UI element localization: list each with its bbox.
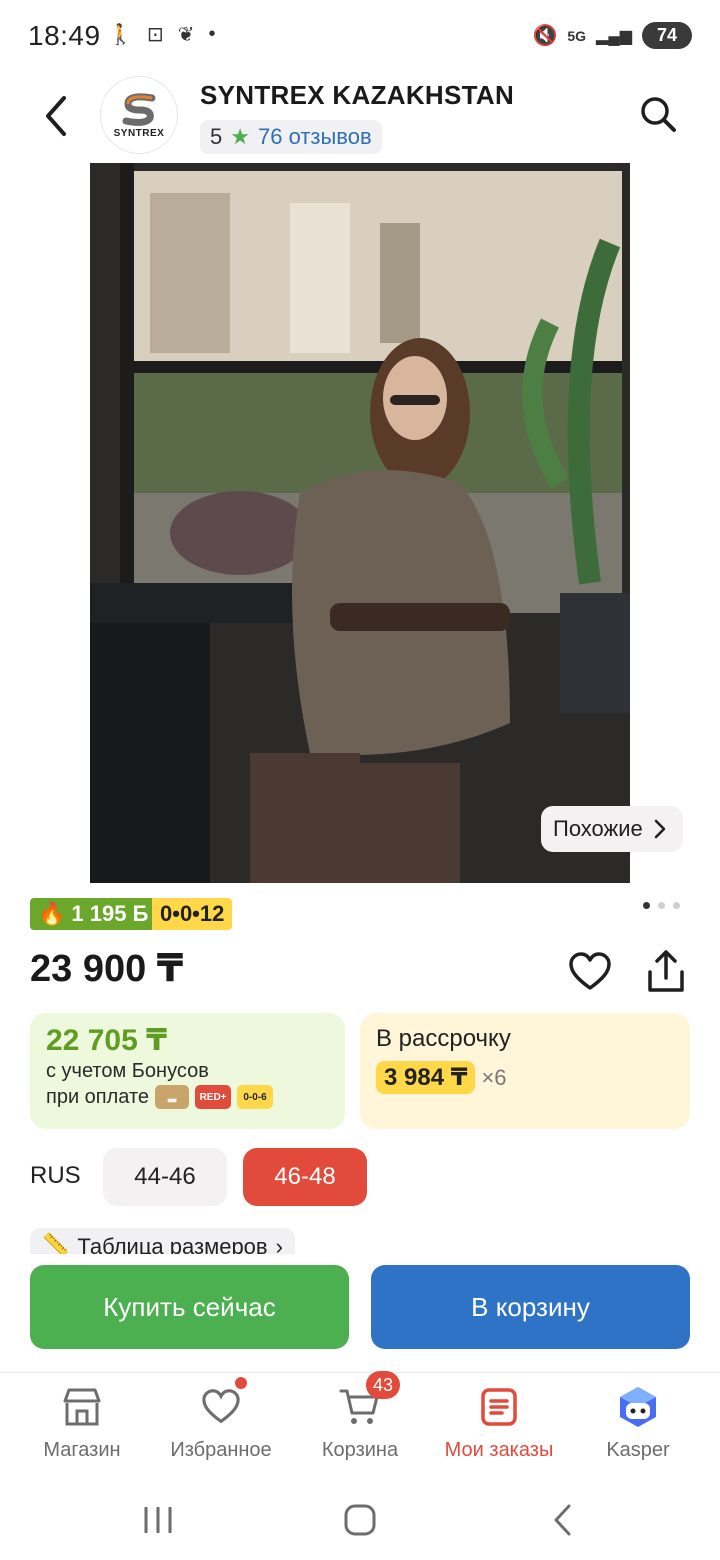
bottom-navigation: Магазин Избранное 43 Корзина Мои заказы …	[0, 1371, 720, 1477]
installment-badge: 0•0•12	[152, 898, 233, 930]
heart-icon	[199, 1377, 247, 1429]
buy-now-button[interactable]: Купить сейчас	[30, 1265, 349, 1349]
system-back-button[interactable]	[532, 1500, 592, 1540]
reviews-link[interactable]: 76 отзывов	[258, 124, 372, 150]
mute-icon: 🔇	[532, 25, 558, 47]
nav-item-store[interactable]: Магазин	[12, 1373, 152, 1477]
favorite-button[interactable]	[566, 948, 614, 996]
favorites-notification-dot	[235, 1377, 247, 1389]
rating-chip[interactable]: 5 ★ 76 отзывов	[200, 120, 382, 154]
flame-icon: 🔥	[38, 901, 66, 926]
bonus-price-card[interactable]: 22 705 ₸ с учетом Бонусов при оплате ⑉ R…	[30, 1013, 345, 1129]
network-type: 5G	[567, 27, 587, 44]
size-option-44-46[interactable]: 44-46	[103, 1148, 227, 1206]
payment-methods-row: при оплате ⑉ RED+ 0-0-6	[46, 1085, 329, 1109]
search-button[interactable]	[636, 92, 680, 136]
battery-indicator: 74	[642, 22, 692, 49]
nav-label-orders: Мои заказы	[444, 1439, 554, 1461]
nav-item-orders[interactable]: Мои заказы	[429, 1373, 569, 1477]
star-icon: ★	[230, 124, 250, 149]
search-icon	[641, 97, 676, 132]
nav-label-favorites: Избранное	[170, 1439, 272, 1461]
signal-icon: ▂▄▆	[596, 27, 632, 45]
bonus-badge: 🔥 1 195 Б	[30, 898, 157, 930]
size-table-link[interactable]: 📏 Таблица размеров ›	[30, 1228, 295, 1254]
walking-icon: 🚶	[108, 24, 133, 46]
logo-text: SYNTREX	[113, 127, 165, 139]
nav-item-favorites[interactable]: Избранное	[151, 1373, 291, 1477]
cart-count-badge: 43	[366, 1371, 400, 1399]
nav-label-store: Магазин	[43, 1439, 121, 1461]
installment-title: В рассрочку	[376, 1025, 511, 1052]
pagination-dot	[658, 902, 665, 909]
pagination-dot	[673, 902, 680, 909]
home-button[interactable]	[330, 1500, 390, 1540]
back-button[interactable]	[36, 92, 76, 140]
store-logo[interactable]: SYNTREX	[100, 76, 178, 154]
share-icon	[648, 950, 684, 992]
bonus-line2: при оплате	[46, 1085, 150, 1108]
leaf-icon: ❦	[177, 24, 195, 46]
screenshot-icon: ⊡	[146, 24, 164, 46]
notification-dot-icon: •	[208, 23, 216, 45]
installment-monthly: 3 984 ₸	[376, 1061, 476, 1094]
similar-button[interactable]: Похожие	[541, 806, 683, 852]
system-back-icon	[554, 1504, 571, 1536]
image-pagination-dots	[643, 902, 680, 909]
similar-label: Похожие	[553, 816, 643, 841]
nav-label-cart: Корзина	[321, 1439, 399, 1461]
add-to-cart-button[interactable]: В корзину	[371, 1265, 690, 1349]
system-navigation-bar	[0, 1480, 720, 1560]
size-system-label: RUS	[30, 1162, 81, 1189]
kaspi-pay-icon: ⑉	[155, 1085, 190, 1109]
store-name[interactable]: SYNTREX KAZAKHSTAN	[200, 80, 514, 111]
nav-label-kasper: Kasper	[606, 1439, 670, 1461]
status-right: 🔇 5G ▂▄▆ 74	[532, 22, 692, 49]
size-table-label: Таблица размеров	[77, 1234, 268, 1254]
share-button[interactable]	[642, 946, 690, 996]
installment-row: 3 984 ₸ ×6	[376, 1061, 674, 1094]
recent-apps-button[interactable]	[128, 1500, 188, 1540]
bonus-badge-text: 1 195 Б	[71, 901, 149, 926]
pagination-dot	[643, 902, 650, 909]
nav-item-cart[interactable]: 43 Корзина	[290, 1371, 430, 1477]
nav-item-kasper[interactable]: Kasper	[568, 1373, 708, 1477]
cart-icon: 43	[338, 1371, 400, 1429]
size-option-46-48[interactable]: 46-48	[243, 1148, 367, 1206]
kasper-icon	[616, 1385, 660, 1429]
product-photo	[90, 163, 630, 883]
installment-card[interactable]: В рассрочку 3 984 ₸ ×6	[360, 1013, 690, 1129]
bonus-line1: с учетом Бонусов	[46, 1060, 209, 1082]
installment-multiplier: ×6	[481, 1064, 507, 1090]
heart-icon	[569, 952, 611, 990]
store-icon	[60, 1385, 104, 1429]
rating-score: 5	[210, 124, 223, 149]
product-price: 23 900 ₸	[30, 948, 184, 990]
recent-apps-icon	[144, 1507, 172, 1533]
ruler-icon: 📏	[42, 1232, 70, 1254]
zero-zero-six-pay-icon: 0-0-6	[237, 1085, 274, 1109]
status-time: 18:49	[28, 20, 101, 51]
orders-icon	[477, 1385, 521, 1429]
product-image[interactable]	[90, 163, 630, 883]
chevron-right-icon: ›	[275, 1234, 283, 1254]
home-icon	[344, 1504, 376, 1536]
red-plus-pay-icon: RED+	[195, 1085, 232, 1109]
chevron-right-icon	[654, 819, 666, 839]
syntrex-logo-mark	[122, 92, 156, 126]
bonus-price: 22 705 ₸	[46, 1024, 167, 1057]
status-left-icons: 🚶 ⊡ ❦ •	[108, 22, 215, 47]
back-arrow-icon	[46, 96, 66, 136]
